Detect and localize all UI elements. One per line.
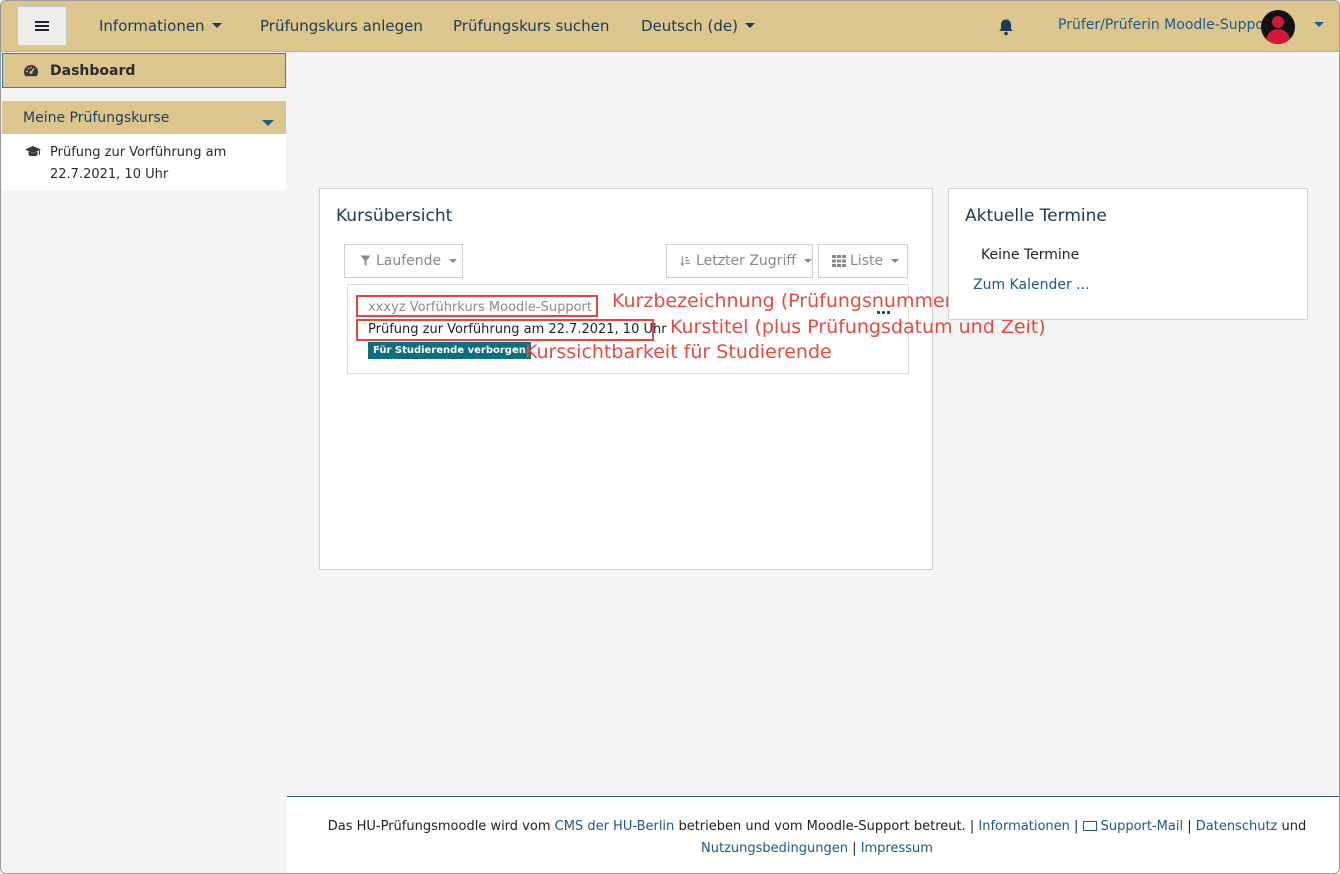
drawer-toggle-button[interactable] (17, 6, 67, 46)
envelope-icon (1082, 821, 1097, 831)
page-footer: Das HU-Prüfungsmoodle wird vom CMS der H… (287, 796, 1339, 873)
chevron-down-icon (744, 23, 755, 28)
chevron-down-icon (891, 259, 900, 263)
footer-text: betrieben und vom Moodle-Support betreut… (678, 819, 975, 834)
avatar[interactable] (1261, 10, 1295, 44)
no-events-text: Keine Termine (981, 247, 1080, 263)
sidebar: Dashboard Meine Prüfungskurse Prüfung zu… (1, 52, 287, 873)
user-menu-name[interactable]: Prüfer/Prüferin Moodle-Support (1058, 17, 1275, 33)
language-menu[interactable]: Deutsch (de) (641, 17, 755, 35)
footer-link-support-mail[interactable]: Support-Mail (1101, 819, 1184, 834)
calendar-link[interactable]: Zum Kalender ... (973, 277, 1090, 293)
footer-separator: | (852, 841, 857, 856)
chevron-down-icon (262, 120, 274, 126)
sidebar-item-label: Prüfung zur Vorführung am 22.7.2021, 10 … (50, 145, 227, 182)
sidebar-section-label: Meine Prüfungskurse (23, 109, 170, 126)
view-label: Liste (850, 253, 884, 269)
visibility-badge: Für Studierende verborgen (368, 342, 531, 359)
nav-pruefungskurs-suchen[interactable]: Prüfungskurs suchen (453, 17, 609, 35)
chevron-down-icon[interactable] (1314, 22, 1324, 27)
nav-informationen-label: Informationen (99, 17, 205, 35)
sidebar-item-label: Dashboard (50, 62, 136, 79)
sidebar-item-dashboard[interactable]: Dashboard (2, 53, 286, 88)
footer-link-datenschutz[interactable]: Datenschutz (1196, 819, 1278, 834)
sidebar-item-course[interactable]: Prüfung zur Vorführung am 22.7.2021, 10 … (2, 134, 286, 190)
sort-icon (680, 256, 691, 267)
highlight-shortname (356, 295, 598, 317)
nav-pruefungskurs-anlegen[interactable]: Prüfungskurs anlegen (260, 17, 423, 35)
footer-text: und (1281, 819, 1307, 834)
browser-frame: Informationen Prüfungskurs anlegen Prüfu… (0, 0, 1340, 874)
footer-link-informationen[interactable]: Informationen (978, 819, 1070, 834)
hamburger-icon (35, 21, 49, 31)
annotation-visibility: Kurssichtbarkeit für Studierende (525, 341, 832, 363)
chevron-down-icon (449, 259, 458, 263)
annotation-shortname: Kurzbezeichnung (Prüfungsnummer) (612, 290, 960, 312)
footer-link-nutzungsbedingungen[interactable]: Nutzungsbedingungen (701, 841, 848, 856)
chevron-down-icon (804, 259, 812, 263)
footer-link-cms[interactable]: CMS der HU-Berlin (555, 819, 675, 834)
filter-label: Laufende (376, 253, 442, 269)
filter-dropdown[interactable]: Laufende (344, 244, 463, 278)
upcoming-events-block: Aktuelle Termine Keine Termine Zum Kalen… (948, 188, 1308, 320)
footer-separator: | (1187, 819, 1192, 834)
footer-text: Das HU-Prüfungsmoodle wird vom (327, 819, 551, 834)
bell-icon[interactable] (998, 18, 1014, 36)
grid-icon (832, 255, 846, 267)
filter-icon (360, 255, 371, 266)
course-overview-block: Kursübersicht Laufende Letzter Zugriff L… (319, 188, 933, 570)
language-label: Deutsch (de) (641, 17, 738, 35)
nav-informationen[interactable]: Informationen (99, 17, 222, 35)
sort-label: Letzter Zugriff (696, 253, 796, 269)
chevron-down-icon (211, 23, 222, 28)
view-dropdown[interactable]: Liste (818, 244, 908, 278)
upcoming-events-title: Aktuelle Termine (965, 206, 1107, 226)
dashboard-icon (24, 64, 39, 76)
sidebar-my-courses-header[interactable]: Meine Prüfungskurse (2, 101, 286, 134)
footer-separator: | (1074, 819, 1079, 834)
highlight-fullname (356, 319, 654, 341)
footer-link-impressum[interactable]: Impressum (861, 841, 933, 856)
course-overview-title: Kursübersicht (336, 206, 453, 226)
graduation-cap-icon (25, 146, 41, 157)
top-navbar: Informationen Prüfungskurs anlegen Prüfu… (1, 1, 1339, 52)
sort-dropdown[interactable]: Letzter Zugriff (666, 244, 813, 278)
